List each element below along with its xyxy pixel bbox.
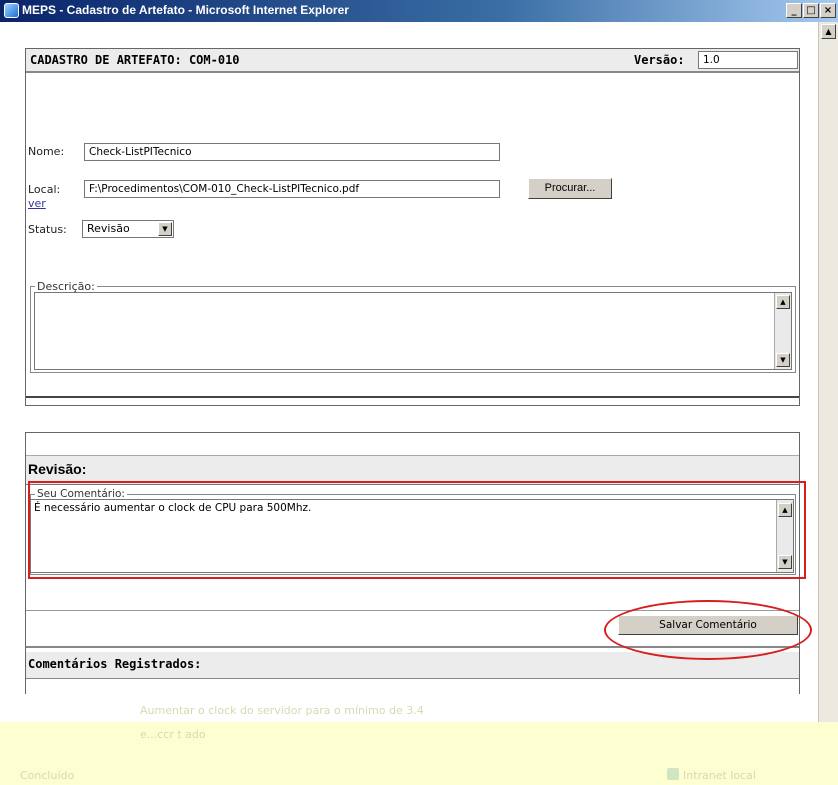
nome-label: Nome: <box>28 145 65 158</box>
scroll-down-icon[interactable]: ▼ <box>776 353 790 367</box>
version-input[interactable]: 1.0 <box>698 51 798 69</box>
artifact-form-panel: CADASTRO DE ARTEFATO: COM-010 Versão: 1.… <box>25 48 800 406</box>
status-text: Concluído <box>20 769 75 782</box>
registered-row-1: Aumentar o clock do servidor para o míni… <box>140 704 424 717</box>
status-select[interactable]: Revisão ▼ <box>82 220 174 238</box>
window-title: MEPS - Cadastro de Artefato - Microsoft … <box>22 3 349 17</box>
local-label: Local: <box>28 183 61 196</box>
zone-text: Intranet local <box>683 769 756 782</box>
browse-button[interactable]: Procurar... <box>528 178 612 199</box>
review-title: Revisão: <box>28 461 87 477</box>
registered-row-2: e...ccr t ado <box>140 728 206 741</box>
minimize-button[interactable]: _ <box>786 3 802 18</box>
registered-title: Comentários Registrados: <box>28 657 202 671</box>
descricao-textarea[interactable]: ▲ ▼ <box>34 292 792 370</box>
version-label: Versão: <box>634 53 685 67</box>
maximize-button[interactable]: □ <box>803 3 819 18</box>
status-value: Revisão <box>87 222 130 235</box>
window-titlebar: MEPS - Cadastro de Artefato - Microsoft … <box>0 0 838 22</box>
close-button[interactable]: × <box>820 3 836 18</box>
ver-link[interactable]: ver <box>28 197 46 210</box>
scroll-up-icon[interactable]: ▲ <box>776 295 790 309</box>
nome-input[interactable]: Check-ListPITecnico <box>84 143 500 161</box>
comment-highlight-box <box>28 481 806 579</box>
chevron-down-icon[interactable]: ▼ <box>158 222 172 236</box>
status-label: Status: <box>28 223 67 236</box>
local-input[interactable]: F:\Procedimentos\COM-010_Check-ListPITec… <box>84 180 500 198</box>
descricao-scrollbar[interactable]: ▲ ▼ <box>774 293 791 369</box>
scroll-up-icon[interactable]: ▲ <box>821 24 836 39</box>
artifact-form-header: CADASTRO DE ARTEFATO: COM-010 Versão: 1.… <box>26 49 799 73</box>
ie-icon <box>4 3 19 18</box>
status-bar: Aumentar o clock do servidor para o míni… <box>0 704 838 785</box>
intranet-icon <box>667 768 679 780</box>
divider <box>26 396 799 398</box>
page-scrollbar[interactable]: ▲ <box>818 22 838 722</box>
save-button-highlight-oval <box>604 600 812 660</box>
page-title: CADASTRO DE ARTEFATO: COM-010 <box>30 53 240 67</box>
